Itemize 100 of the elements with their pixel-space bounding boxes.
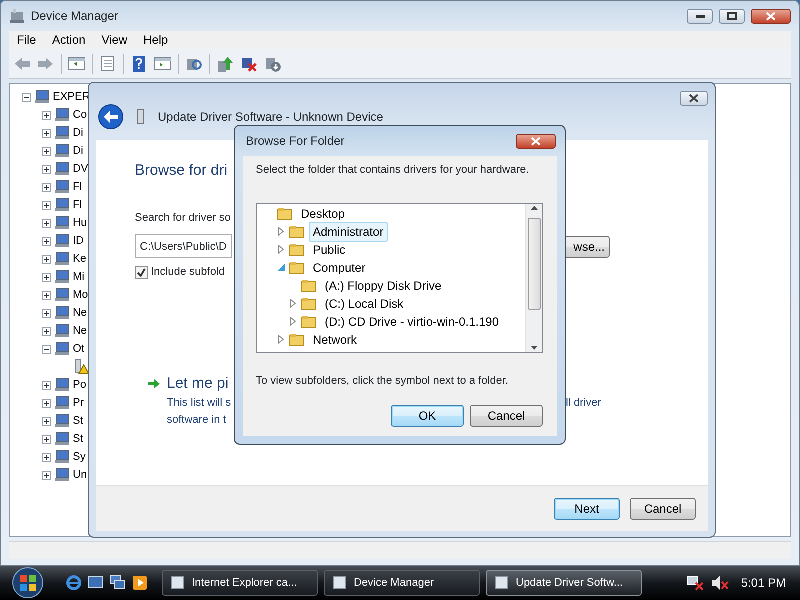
folder-item[interactable]: Computer	[309, 258, 370, 278]
path-field[interactable]: C:\Users\Public\D	[135, 234, 232, 258]
expand-icon[interactable]	[42, 290, 51, 300]
tree-item[interactable]: St	[73, 430, 84, 448]
tree-item[interactable]: Pr	[73, 394, 84, 412]
taskbar-button[interactable]: Update Driver Softw...	[486, 570, 642, 596]
close-button[interactable]	[751, 8, 791, 24]
minimize-icon	[696, 14, 704, 18]
tree-item[interactable]: Ne	[73, 322, 88, 340]
cancel-button[interactable]: Cancel	[470, 405, 543, 427]
maximize-button[interactable]	[719, 8, 745, 24]
expand-icon[interactable]	[42, 200, 51, 210]
media-player-icon[interactable]	[132, 575, 148, 591]
tree-item[interactable]: St	[73, 412, 84, 430]
scroll-up-icon[interactable]	[530, 206, 538, 210]
expand-icon[interactable]	[42, 128, 51, 138]
menu-item[interactable]: View	[94, 31, 136, 49]
expand-icon[interactable]	[42, 434, 51, 444]
tree-item[interactable]: Fl	[73, 178, 82, 196]
check-icon	[137, 268, 146, 277]
cancel-button[interactable]: Cancel	[630, 498, 696, 520]
tree-item[interactable]: Fl	[73, 196, 82, 214]
device-icon	[54, 108, 70, 122]
instruction-text: Select the folder that contains drivers for your hardware.	[256, 163, 530, 178]
folder-item[interactable]: Administrator	[309, 222, 388, 242]
expand-icon[interactable]	[42, 398, 51, 408]
expand-icon[interactable]	[42, 452, 51, 462]
checkbox[interactable]	[135, 266, 148, 279]
tree-item[interactable]: Un	[73, 466, 88, 484]
expand-icon[interactable]	[42, 416, 51, 426]
collapse-icon[interactable]	[42, 344, 51, 354]
help-icon[interactable]	[130, 54, 148, 72]
expand-icon[interactable]	[42, 254, 51, 264]
collapsed-arrow-icon[interactable]	[290, 317, 296, 326]
folder-item[interactable]: Desktop	[297, 204, 350, 224]
tree-item[interactable]: Ne	[73, 304, 88, 322]
expand-icon[interactable]	[42, 308, 51, 318]
folder-item[interactable]: (D:) CD Drive - virtio-win-0.1.190	[321, 312, 504, 332]
tree-item[interactable]: Ot	[73, 340, 85, 358]
expand-icon[interactable]	[42, 326, 51, 336]
collapsed-arrow-icon[interactable]	[278, 335, 284, 344]
next-button[interactable]: Next	[554, 498, 620, 520]
clock[interactable]: 5:01 PM	[741, 574, 786, 592]
collapsed-arrow-icon[interactable]	[278, 227, 284, 236]
scroll-down-icon[interactable]	[530, 346, 538, 350]
menu-item[interactable]: File	[9, 31, 44, 49]
tree-pane-icon[interactable]	[68, 54, 86, 72]
device-icon	[54, 216, 70, 230]
close-button[interactable]	[680, 91, 708, 106]
tree-item[interactable]: ID	[73, 232, 84, 250]
desktop-icon[interactable]	[88, 575, 104, 591]
scroll-thumb[interactable]	[528, 218, 540, 310]
tree-item[interactable]: Mi	[73, 268, 85, 286]
network-disconnected-icon[interactable]	[687, 575, 706, 591]
expanded-arrow-icon[interactable]	[278, 264, 284, 271]
folder-item[interactable]: (C:) Local Disk	[321, 294, 408, 314]
collapsed-arrow-icon[interactable]	[278, 245, 284, 254]
tree-item[interactable]: Po	[73, 376, 86, 394]
expand-icon[interactable]	[42, 182, 51, 192]
collapse-icon[interactable]	[22, 92, 31, 102]
device-icon	[54, 432, 70, 446]
expand-icon[interactable]	[42, 218, 51, 228]
tree-item[interactable]: Co	[73, 106, 88, 124]
menu-item[interactable]: Help	[136, 31, 176, 49]
expand-icon[interactable]	[42, 110, 51, 120]
tree-item[interactable]: Di	[73, 142, 84, 160]
taskbar-button[interactable]: Device Manager	[324, 570, 480, 596]
ok-button[interactable]: OK	[391, 405, 464, 427]
folder-item[interactable]: Network	[309, 330, 362, 350]
expand-icon[interactable]	[42, 470, 51, 480]
tree-item[interactable]: Sy	[73, 448, 86, 466]
close-button[interactable]	[516, 134, 556, 148]
expand-icon[interactable]	[42, 380, 51, 390]
collapsed-arrow-icon[interactable]	[290, 299, 296, 308]
folder-icon	[301, 296, 317, 310]
expand-icon[interactable]	[42, 236, 51, 246]
tree-item[interactable]: Di	[73, 124, 84, 142]
tree-item[interactable]: Hu	[73, 214, 88, 232]
properties-icon[interactable]	[99, 54, 117, 72]
minimize-button[interactable]	[687, 8, 713, 24]
action-pane-icon[interactable]	[154, 54, 172, 72]
expand-icon[interactable]	[42, 272, 51, 282]
browse-button[interactable]: wse...	[566, 236, 610, 258]
option-title[interactable]: Let me pi	[167, 372, 229, 395]
maximize-icon	[727, 12, 737, 20]
folder-item[interactable]: Public	[309, 240, 350, 260]
window-icon	[332, 575, 348, 591]
taskbar-button[interactable]: Internet Explorer ca...	[162, 570, 318, 596]
menu-item[interactable]: Action	[44, 31, 94, 49]
volume-muted-icon[interactable]	[711, 575, 730, 591]
tree-item[interactable]: Ke	[73, 250, 86, 268]
expand-icon[interactable]	[42, 146, 51, 156]
update-driver-icon[interactable]	[216, 54, 234, 72]
browser-icon[interactable]	[66, 575, 82, 591]
folder-item[interactable]: (A:) Floppy Disk Drive	[321, 276, 446, 296]
expand-icon[interactable]	[42, 164, 51, 174]
switch-windows-icon[interactable]	[110, 575, 126, 591]
scrollbar[interactable]	[525, 204, 542, 352]
tree-item[interactable]: Mo	[73, 286, 88, 304]
tree-item[interactable]: DV	[73, 160, 88, 178]
